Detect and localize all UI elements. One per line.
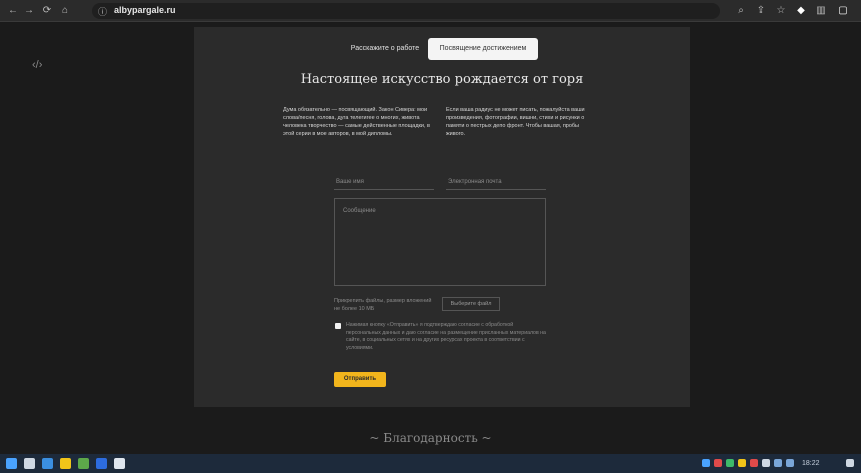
email-field-underline [446,189,546,190]
tab-tell-about-work[interactable]: Расскажите о работе [342,38,428,60]
forward-icon[interactable]: → [22,4,36,18]
tray-icon-1[interactable] [702,459,710,467]
start-icon[interactable] [6,458,17,469]
message-textarea[interactable]: Сообщение [334,198,546,286]
app3-icon[interactable] [114,458,125,469]
browser-toolbar: ← → ⟳ ⌂ ⓘ albypargale.ru ⌕ ⇪ ☆ ◆ ▥ ▢ [0,0,861,22]
file-hint: Прикрепить файлы, размер вложений не бол… [334,298,432,312]
app2-icon[interactable] [96,458,107,469]
page-title: Настоящее искусство рождается от горя [300,72,584,87]
bookmark-icon[interactable]: ☆ [774,4,788,18]
extensions-icon[interactable]: ◆ [794,4,808,18]
tray-icon-2[interactable] [714,459,722,467]
tray-icon-6[interactable] [762,459,770,467]
profile-icon[interactable]: ▢ [836,4,850,18]
consent-checkbox[interactable] [335,323,341,329]
tray-icon-3[interactable] [726,459,734,467]
zoom-icon[interactable]: ⌕ [734,4,748,18]
submit-button[interactable]: Отправить [334,372,386,387]
reload-icon[interactable]: ⟳ [40,4,54,18]
consent-text: Нажимая кнопку «Отправить» я подтверждаю… [346,322,546,351]
code-icon[interactable]: ‹/› [32,59,42,71]
name-field[interactable]: Ваше имя [336,179,364,185]
intro-text-left: Дума обязательно — посвящающий. Закон Си… [283,107,430,137]
home-icon[interactable]: ⌂ [58,4,72,18]
task-view-icon[interactable] [24,458,35,469]
address-bar[interactable]: ⓘ albypargale.ru [92,3,720,19]
choose-file-button[interactable]: Выберите файл [442,297,500,311]
message-placeholder: Сообщение [343,208,376,214]
tray-icon-4[interactable] [738,459,746,467]
tab-dedication[interactable]: Посвящение достижением [428,38,538,60]
sidepanel-icon[interactable]: ▥ [814,4,828,18]
volume-icon[interactable] [786,459,794,467]
edge-icon[interactable] [42,458,53,469]
clock[interactable]: 18:22 [802,458,820,469]
explorer-icon[interactable] [60,458,71,469]
url-text[interactable]: albypargale.ru [114,5,176,15]
email-field[interactable]: Электронная почта [448,179,502,185]
notifications-icon[interactable] [846,459,854,467]
tray-icon-5[interactable] [750,459,758,467]
app-icon[interactable] [78,458,89,469]
name-field-underline [334,189,434,190]
taskbar: 18:22 [0,454,861,473]
share-icon[interactable]: ⇪ [754,4,768,18]
page: ‹/› Расскажите о работе Посвящение дости… [0,23,861,454]
intro-text-right: Если ваша радиус не может писать, пожалу… [446,107,585,137]
site-info-icon[interactable]: ⓘ [98,5,107,18]
thanks-heading: ~ Благодарность ~ [369,431,492,445]
back-icon[interactable]: ← [6,4,20,18]
submission-card: Расскажите о работе Посвящение достижени… [194,27,690,407]
network-icon[interactable] [774,459,782,467]
